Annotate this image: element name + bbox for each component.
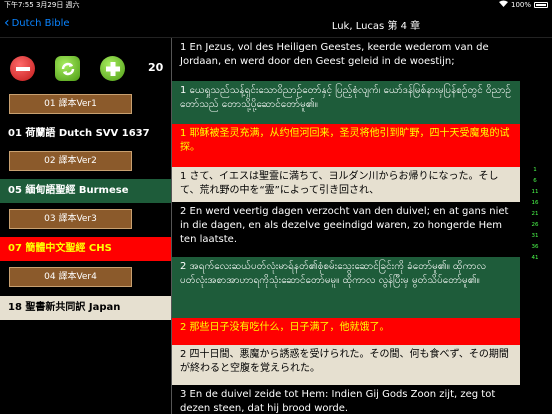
refresh-icon [61, 62, 74, 75]
verse-row[interactable]: 2 四十日間、悪魔から誘惑を受けられた。その間、何も食べず、その期間が終わると空… [172, 345, 520, 385]
index-item[interactable]: 21 [520, 209, 550, 220]
chapter-index-scroller[interactable]: 1 6 11 16 21 26 31 36 41 [520, 165, 550, 264]
index-item[interactable]: 6 [520, 176, 550, 187]
version-2-label[interactable]: 05 緬甸語聖經 Burmese [0, 179, 172, 203]
verse-row[interactable]: 2 那些日子没有吃什么，日子满了，他就饿了。 [172, 318, 520, 345]
verse-row[interactable]: 1 耶稣被圣灵充满，从约但河回来，圣灵将他引到旷野，四十天受魔鬼的试探。 [172, 124, 520, 167]
plus-icon [105, 61, 120, 76]
version-4-label[interactable]: 18 聖書新共同訳 Japan [0, 296, 172, 320]
status-date: 3月29日 週六 [35, 1, 80, 9]
verse-row[interactable]: 2 En werd veertig dagen verzocht van den… [172, 202, 520, 257]
wifi-icon [498, 0, 508, 10]
verse-row[interactable]: 1 ယေရှုသည်သန့်ရှင်းသောဝိညာဉ်တော်နှင့် ပြ… [172, 81, 520, 124]
verse-list[interactable]: 1 En Jezus, vol des Heiligen Geestes, ke… [172, 38, 552, 414]
index-item[interactable]: 41 [520, 253, 550, 264]
status-bar: 下午7:55 3月29日 週六 100% [0, 0, 552, 10]
minus-icon [15, 66, 30, 71]
index-item[interactable]: 31 [520, 231, 550, 242]
battery-icon [534, 2, 548, 8]
remove-button[interactable] [10, 56, 35, 81]
index-item[interactable]: 1 [520, 165, 550, 176]
navigation-bar: ‹ Dutch Bible Luk, Lucas 第 4 章 [0, 10, 552, 38]
verse-row[interactable]: 1 さて、イエスは聖霊に満ちて、ヨルダン川からお帰りになった。そして、荒れ野の中… [172, 167, 520, 202]
sidebar: 20 01 譯本Ver1 01 荷蘭語 Dutch SVV 1637 02 譯本… [0, 38, 172, 414]
version-4-button[interactable]: 04 譯本Ver4 [9, 267, 132, 287]
index-item[interactable]: 36 [520, 242, 550, 253]
page-title: Luk, Lucas 第 4 章 [331, 21, 421, 32]
index-item[interactable]: 16 [520, 198, 550, 209]
verse-row[interactable]: 1 En Jezus, vol des Heiligen Geestes, ke… [172, 38, 520, 81]
battery-percent: 100% [510, 1, 531, 9]
status-right: 100% [498, 0, 548, 10]
add-button[interactable] [100, 56, 125, 81]
status-time: 下午7:55 [4, 1, 34, 9]
page-title-container: Luk, Lucas 第 4 章 [0, 17, 552, 32]
version-2-button[interactable]: 02 譯本Ver2 [9, 151, 132, 171]
index-item[interactable]: 11 [520, 187, 550, 198]
version-3-button[interactable]: 03 譯本Ver3 [9, 209, 132, 229]
verse-row[interactable]: 3 En de duivel zeide tot Hem: Indien Gij… [172, 385, 520, 414]
version-1-button[interactable]: 01 譯本Ver1 [9, 94, 132, 114]
refresh-button[interactable] [55, 56, 80, 81]
verse-row[interactable]: 2 အရက်လေးဆယ်ပတ်လုံးမာရ်နတ်၏စုံစမ်းသွေးဆေ… [172, 257, 520, 318]
version-3-label[interactable]: 07 簡體中文聖經 CHS [0, 237, 172, 261]
index-item[interactable]: 26 [520, 220, 550, 231]
version-1-label[interactable]: 01 荷蘭語 Dutch SVV 1637 [0, 122, 172, 146]
status-time-date: 下午7:55 3月29日 週六 [4, 0, 80, 10]
verse-count: 20 [148, 61, 164, 74]
